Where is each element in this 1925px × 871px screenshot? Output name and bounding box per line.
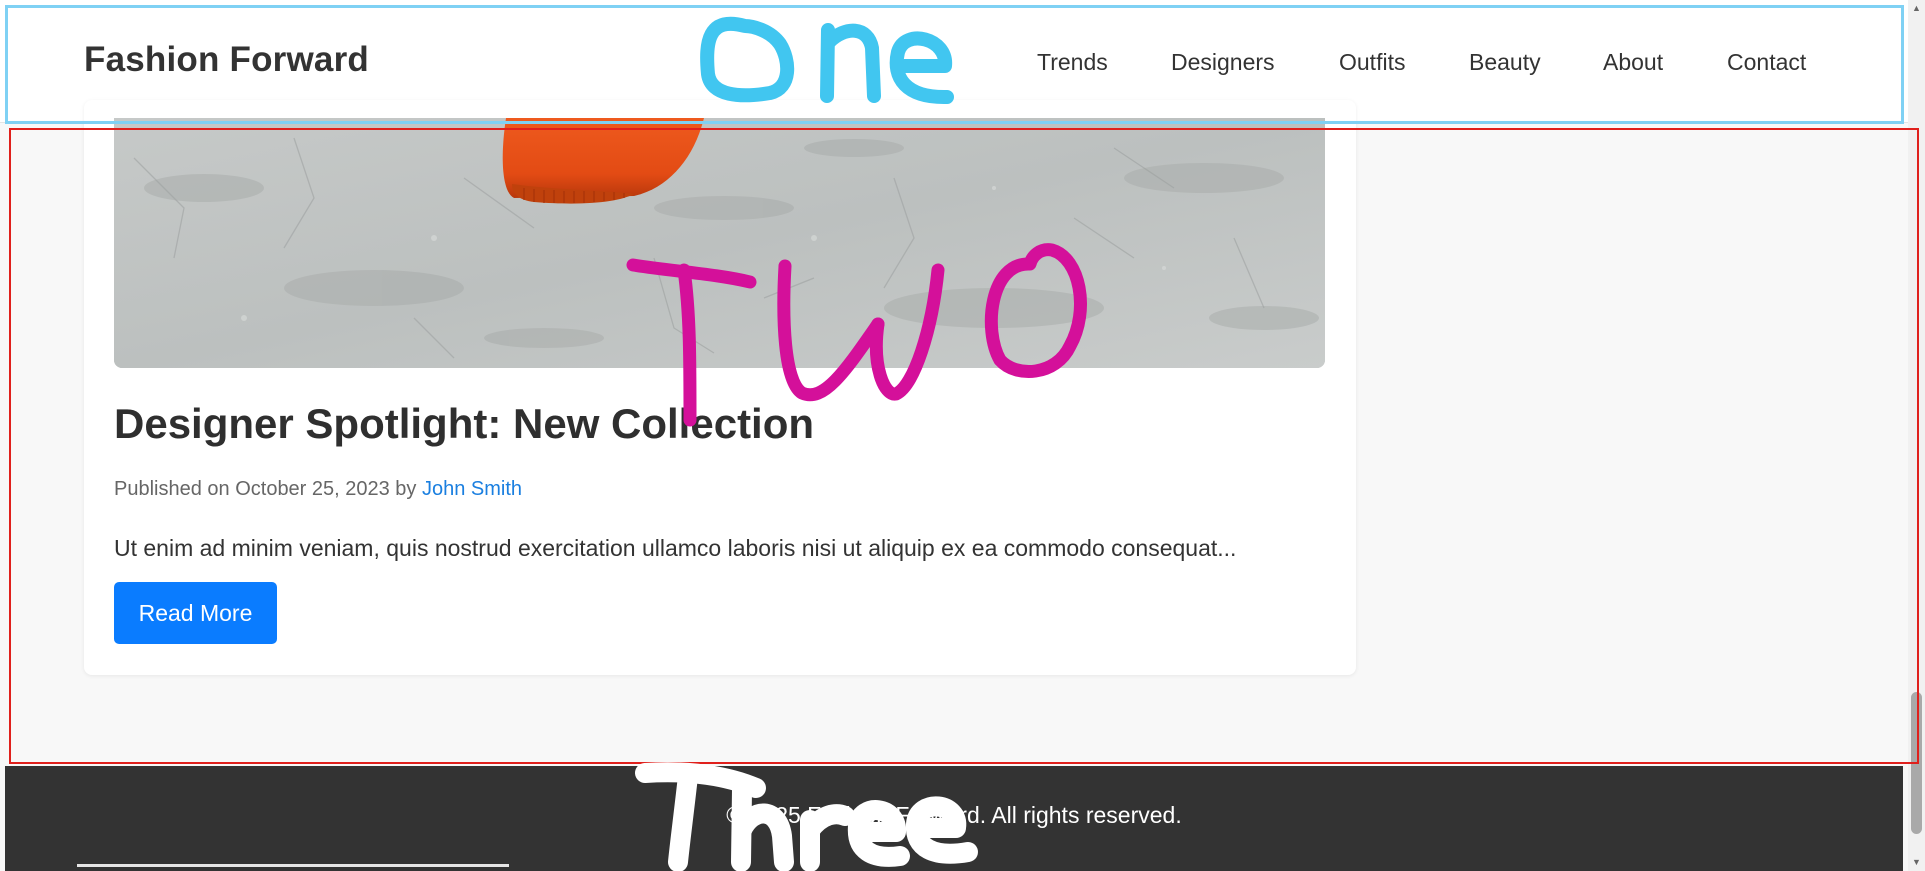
browser-viewport: Fashion Forward Trends Designers Outfits… xyxy=(0,0,1925,871)
post-meta: Published on October 25, 2023 by John Sm… xyxy=(114,478,522,501)
bottom-strip xyxy=(77,864,509,867)
concrete-floor-sneaker-photo xyxy=(114,118,1325,368)
author-link[interactable]: John Smith xyxy=(422,478,522,500)
nav-link-designers[interactable]: Designers xyxy=(1171,49,1275,76)
nav-link-outfits[interactable]: Outfits xyxy=(1339,49,1405,76)
site-footer: © 2025 Fashion Forward. All rights reser… xyxy=(5,766,1903,871)
scroll-down-arrow-icon[interactable]: ▼ xyxy=(1908,854,1925,871)
post-date-text: Published on October 25, 2023 by xyxy=(114,478,422,500)
nav-link-contact[interactable]: Contact xyxy=(1727,49,1806,76)
read-more-button[interactable]: Read More xyxy=(114,582,277,644)
footer-copyright: © 2025 Fashion Forward. All rights reser… xyxy=(726,802,1182,828)
post-image[interactable] xyxy=(114,118,1325,368)
post-title[interactable]: Designer Spotlight: New Collection xyxy=(114,400,814,448)
nav-link-trends[interactable]: Trends xyxy=(1037,49,1108,76)
main-nav: Trends Designers Outfits Beauty About Co… xyxy=(0,49,1908,79)
nav-link-beauty[interactable]: Beauty xyxy=(1469,49,1541,76)
post-excerpt: Ut enim ad minim veniam, quis nostrud ex… xyxy=(114,535,1237,561)
scroll-up-arrow-icon[interactable]: ▲ xyxy=(1908,0,1925,17)
scrollbar-thumb[interactable] xyxy=(1911,692,1922,834)
page-scrollbar[interactable]: ▲ ▼ xyxy=(1908,0,1925,871)
nav-link-about[interactable]: About xyxy=(1603,49,1663,76)
